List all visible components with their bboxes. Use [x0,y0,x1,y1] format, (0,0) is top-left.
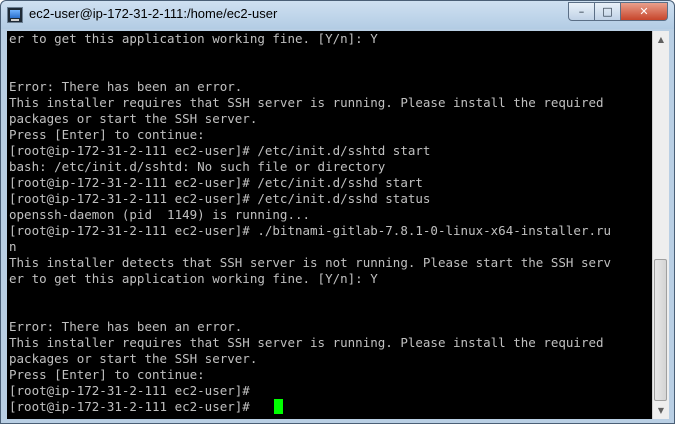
terminal-line: This installer requires that SSH server … [9,95,604,110]
terminal-screen[interactable]: er to get this application working fine.… [7,31,652,419]
terminal-line: er to get this application working fine.… [9,271,378,286]
terminal-line: Press [Enter] to continue: [9,367,205,382]
terminal-line: This installer requires that SSH server … [9,335,604,350]
terminal-line: [root@ip-172-31-2-111 ec2-user]# ./bitna… [9,223,612,238]
terminal-line: [root@ip-172-31-2-111 ec2-user]# [9,399,258,414]
terminal-line: Error: There has been an error. [9,319,243,334]
terminal-line: [root@ip-172-31-2-111 ec2-user]# /etc/in… [9,143,431,158]
terminal-line: openssh-daemon (pid 1149) is running... [9,207,311,222]
vertical-scrollbar[interactable]: ▲ ▼ [652,31,669,419]
terminal-line: This installer detects that SSH server i… [9,255,612,270]
maximize-button[interactable]: □ [594,2,621,21]
terminal-line: [root@ip-172-31-2-111 ec2-user]# /etc/in… [9,191,431,206]
terminal-line: n [9,239,17,254]
terminal-line: er to get this application working fine.… [9,31,378,46]
text-cursor [274,399,283,414]
scroll-up-arrow-icon[interactable]: ▲ [653,31,669,48]
terminal-line: Press [Enter] to continue: [9,127,205,142]
terminal-window: ec2-user@ip-172-31-2-111:/home/ec2-user … [0,0,675,424]
window-title: ec2-user@ip-172-31-2-111:/home/ec2-user [29,6,278,21]
terminal-line: bash: /etc/init.d/sshtd: No such file or… [9,159,386,174]
scrollbar-thumb[interactable] [654,259,667,401]
minimize-button[interactable]: – [568,2,595,21]
scroll-down-arrow-icon[interactable]: ▼ [653,402,669,419]
terminal-line: packages or start the SSH server. [9,111,258,126]
terminal-line: packages or start the SSH server. [9,351,258,366]
title-bar[interactable]: ec2-user@ip-172-31-2-111:/home/ec2-user … [1,1,674,29]
terminal-line: [root@ip-172-31-2-111 ec2-user]# /etc/in… [9,175,423,190]
close-button[interactable]: ✕ [620,2,668,21]
putty-terminal-icon[interactable] [7,7,23,23]
terminal-line: Error: There has been an error. [9,79,243,94]
terminal-line: [root@ip-172-31-2-111 ec2-user]# [9,383,250,398]
